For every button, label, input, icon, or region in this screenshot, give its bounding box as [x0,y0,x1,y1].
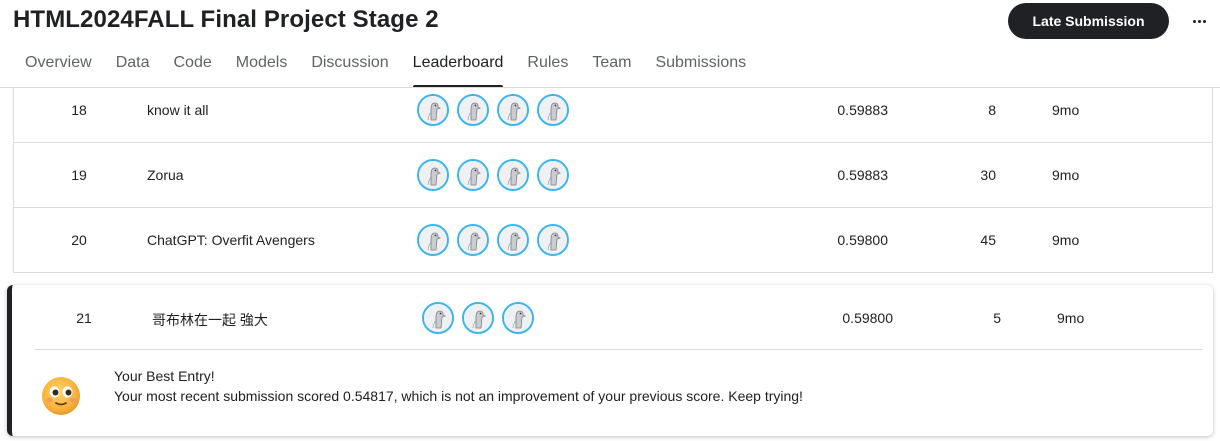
member-avatar[interactable] [462,302,494,334]
member-avatar[interactable] [417,94,449,126]
score-cell: 0.59800 [837,232,888,248]
member-avatar[interactable] [457,94,489,126]
member-avatar[interactable] [537,159,569,191]
late-submission-button[interactable]: Late Submission [1008,3,1169,39]
member-avatar[interactable] [537,94,569,126]
last-submission-cell: 9mo [1057,310,1085,326]
entry-divider [35,349,1203,350]
score-cell: 0.59883 [837,167,888,183]
my-team-row[interactable]: 21 哥布林在一起 強大 0.59800 5 9mo [12,285,1213,350]
member-avatar[interactable] [422,302,454,334]
tab-code[interactable]: Code [161,50,223,88]
tab-models[interactable]: Models [224,50,300,88]
team-name-link[interactable]: ChatGPT: Overfit Avengers [147,232,315,248]
score-cell: 0.59883 [837,102,888,118]
tab-discussion[interactable]: Discussion [299,50,400,88]
rank-cell: 18 [71,102,87,118]
team-name-link[interactable]: Zorua [147,167,184,183]
competition-header: HTML2024FALL Final Project Stage 2 Late … [0,0,1220,88]
tab-leaderboard[interactable]: Leaderboard [401,50,516,88]
competition-tabs: Overview Data Code Models Discussion Lea… [13,50,758,88]
tab-overview[interactable]: Overview [13,50,104,88]
tab-submissions[interactable]: Submissions [643,50,758,88]
table-row[interactable]: 19 Zorua 0.59883 30 9mo [14,143,1212,208]
entries-cell: 8 [988,102,996,118]
header-divider [0,87,1220,88]
team-members [422,302,542,334]
tab-team[interactable]: Team [580,50,643,88]
last-submission-cell: 9mo [1052,167,1080,183]
tab-data[interactable]: Data [104,50,162,88]
page-title: HTML2024FALL Final Project Stage 2 [13,6,439,33]
best-entry-message: Your most recent submission scored 0.548… [114,388,803,404]
more-options-icon[interactable] [1186,8,1212,34]
team-members [417,159,577,191]
last-submission-cell: 9mo [1052,232,1080,248]
best-entry-title: Your Best Entry! [114,368,215,384]
rank-cell: 20 [71,232,87,248]
member-avatar[interactable] [417,224,449,256]
my-team-entry-card: 21 哥布林在一起 強大 0.59800 5 9mo Your Best Ent… [7,285,1213,436]
member-avatar[interactable] [497,94,529,126]
member-avatar[interactable] [497,224,529,256]
entries-cell: 30 [980,167,996,183]
member-avatar[interactable] [537,224,569,256]
last-submission-cell: 9mo [1052,102,1080,118]
entries-cell: 5 [993,310,1001,326]
member-avatar[interactable] [502,302,534,334]
rank-cell: 21 [76,310,92,326]
member-avatar[interactable] [457,224,489,256]
tab-rules[interactable]: Rules [515,50,580,88]
member-avatar[interactable] [497,159,529,191]
member-avatar[interactable] [417,159,449,191]
team-name-link[interactable]: 哥布林在一起 強大 [152,310,268,330]
score-cell: 0.59800 [842,310,893,326]
rank-cell: 19 [71,167,87,183]
member-avatar[interactable] [457,159,489,191]
leaderboard-table: 18 know it all 0.59883 8 9mo 19 Zorua 0.… [13,78,1213,273]
team-members [417,224,577,256]
smiling-face-emoji-icon [40,375,82,417]
table-row[interactable]: 20 ChatGPT: Overfit Avengers 0.59800 45 … [14,208,1212,273]
entries-cell: 45 [980,232,996,248]
team-members [417,94,577,126]
team-name-link[interactable]: know it all [147,102,208,118]
